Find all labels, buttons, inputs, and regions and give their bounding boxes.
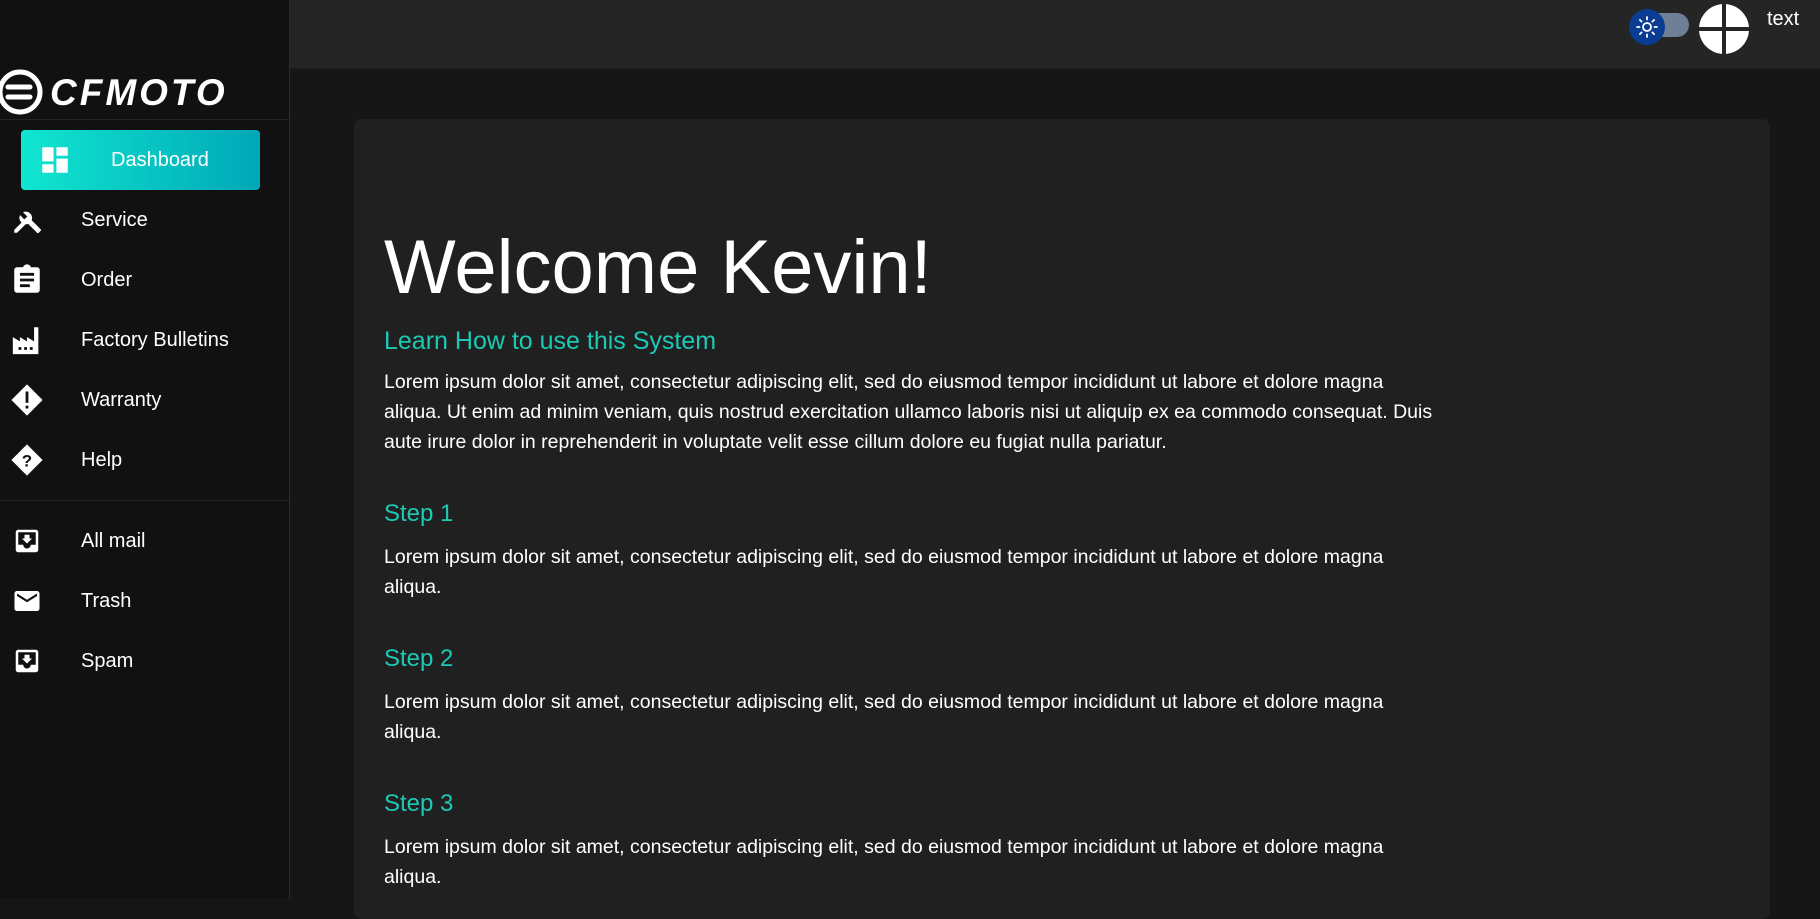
cfmoto-logo-icon [0, 69, 43, 115]
sidebar-item-factory-bulletins[interactable]: Factory Bulletins [0, 310, 289, 370]
sidebar-item-warranty[interactable]: Warranty [0, 370, 289, 430]
page-title: Welcome Kevin! [384, 225, 932, 310]
step-3-text: Lorem ipsum dolor sit amet, consectetur … [384, 836, 1384, 888]
warning-diamond-icon [10, 383, 44, 417]
step-3-title: Step 3 [384, 790, 454, 817]
step-1-text: Lorem ipsum dolor sit amet, consectetur … [384, 546, 1384, 598]
sun-icon [1629, 9, 1665, 45]
sidebar-item-label: All mail [81, 529, 146, 552]
sidebar-item-help[interactable]: ? Help [0, 430, 289, 490]
sidebar-item-label: Factory Bulletins [81, 328, 229, 351]
sidebar-item-order[interactable]: Order [0, 250, 289, 310]
brand-logo[interactable]: CFMOTO [0, 65, 289, 120]
sidebar-item-label: Dashboard [111, 148, 209, 171]
sidebar-item-label: Service [81, 208, 148, 231]
tools-icon [10, 203, 44, 237]
sidebar-item-all-mail[interactable]: All mail [0, 511, 289, 571]
sidebar-item-label: Order [81, 268, 133, 291]
sidebar-item-spam[interactable]: Spam [0, 631, 289, 691]
welcome-content: Welcome Kevin! Learn How to use this Sys… [384, 230, 1444, 892]
theme-toggle[interactable] [1629, 9, 1691, 45]
inbox-icon [10, 524, 44, 558]
sidebar-item-label: Trash [81, 589, 132, 612]
sidebar-item-trash[interactable]: Trash [0, 571, 289, 631]
sidebar-item-dashboard[interactable]: Dashboard [21, 130, 260, 190]
factory-icon [10, 323, 44, 357]
help-diamond-icon: ? [10, 443, 44, 477]
step-2-text: Lorem ipsum dolor sit amet, consectetur … [384, 691, 1384, 743]
step-2-title: Step 2 [384, 645, 454, 672]
user-name[interactable]: text [1767, 8, 1799, 31]
intro-paragraph: Lorem ipsum dolor sit amet, consectetur … [384, 371, 1433, 453]
dashboard-icon [38, 143, 72, 177]
sidebar-item-label: Warranty [81, 388, 162, 411]
sidebar-item-label: Spam [81, 649, 134, 672]
top-bar [290, 0, 1820, 69]
inbox-icon [10, 644, 44, 678]
brand-name: CFMOTO [50, 71, 228, 113]
sidebar-item-label: Help [81, 448, 123, 471]
page-subtitle: Learn How to use this System [384, 327, 717, 355]
sidebar-item-service[interactable]: Service [0, 190, 289, 250]
svg-text:?: ? [22, 451, 32, 470]
clipboard-icon [10, 263, 44, 297]
avatar-icon[interactable] [1698, 3, 1752, 57]
sidebar-nav: Dashboard Service Order Factory Bulletin… [0, 130, 289, 691]
step-1-title: Step 1 [384, 500, 454, 527]
sidebar: CFMOTO Dashboard Service Order Factory B… [0, 0, 290, 899]
divider [0, 500, 289, 501]
mail-icon [10, 584, 44, 618]
